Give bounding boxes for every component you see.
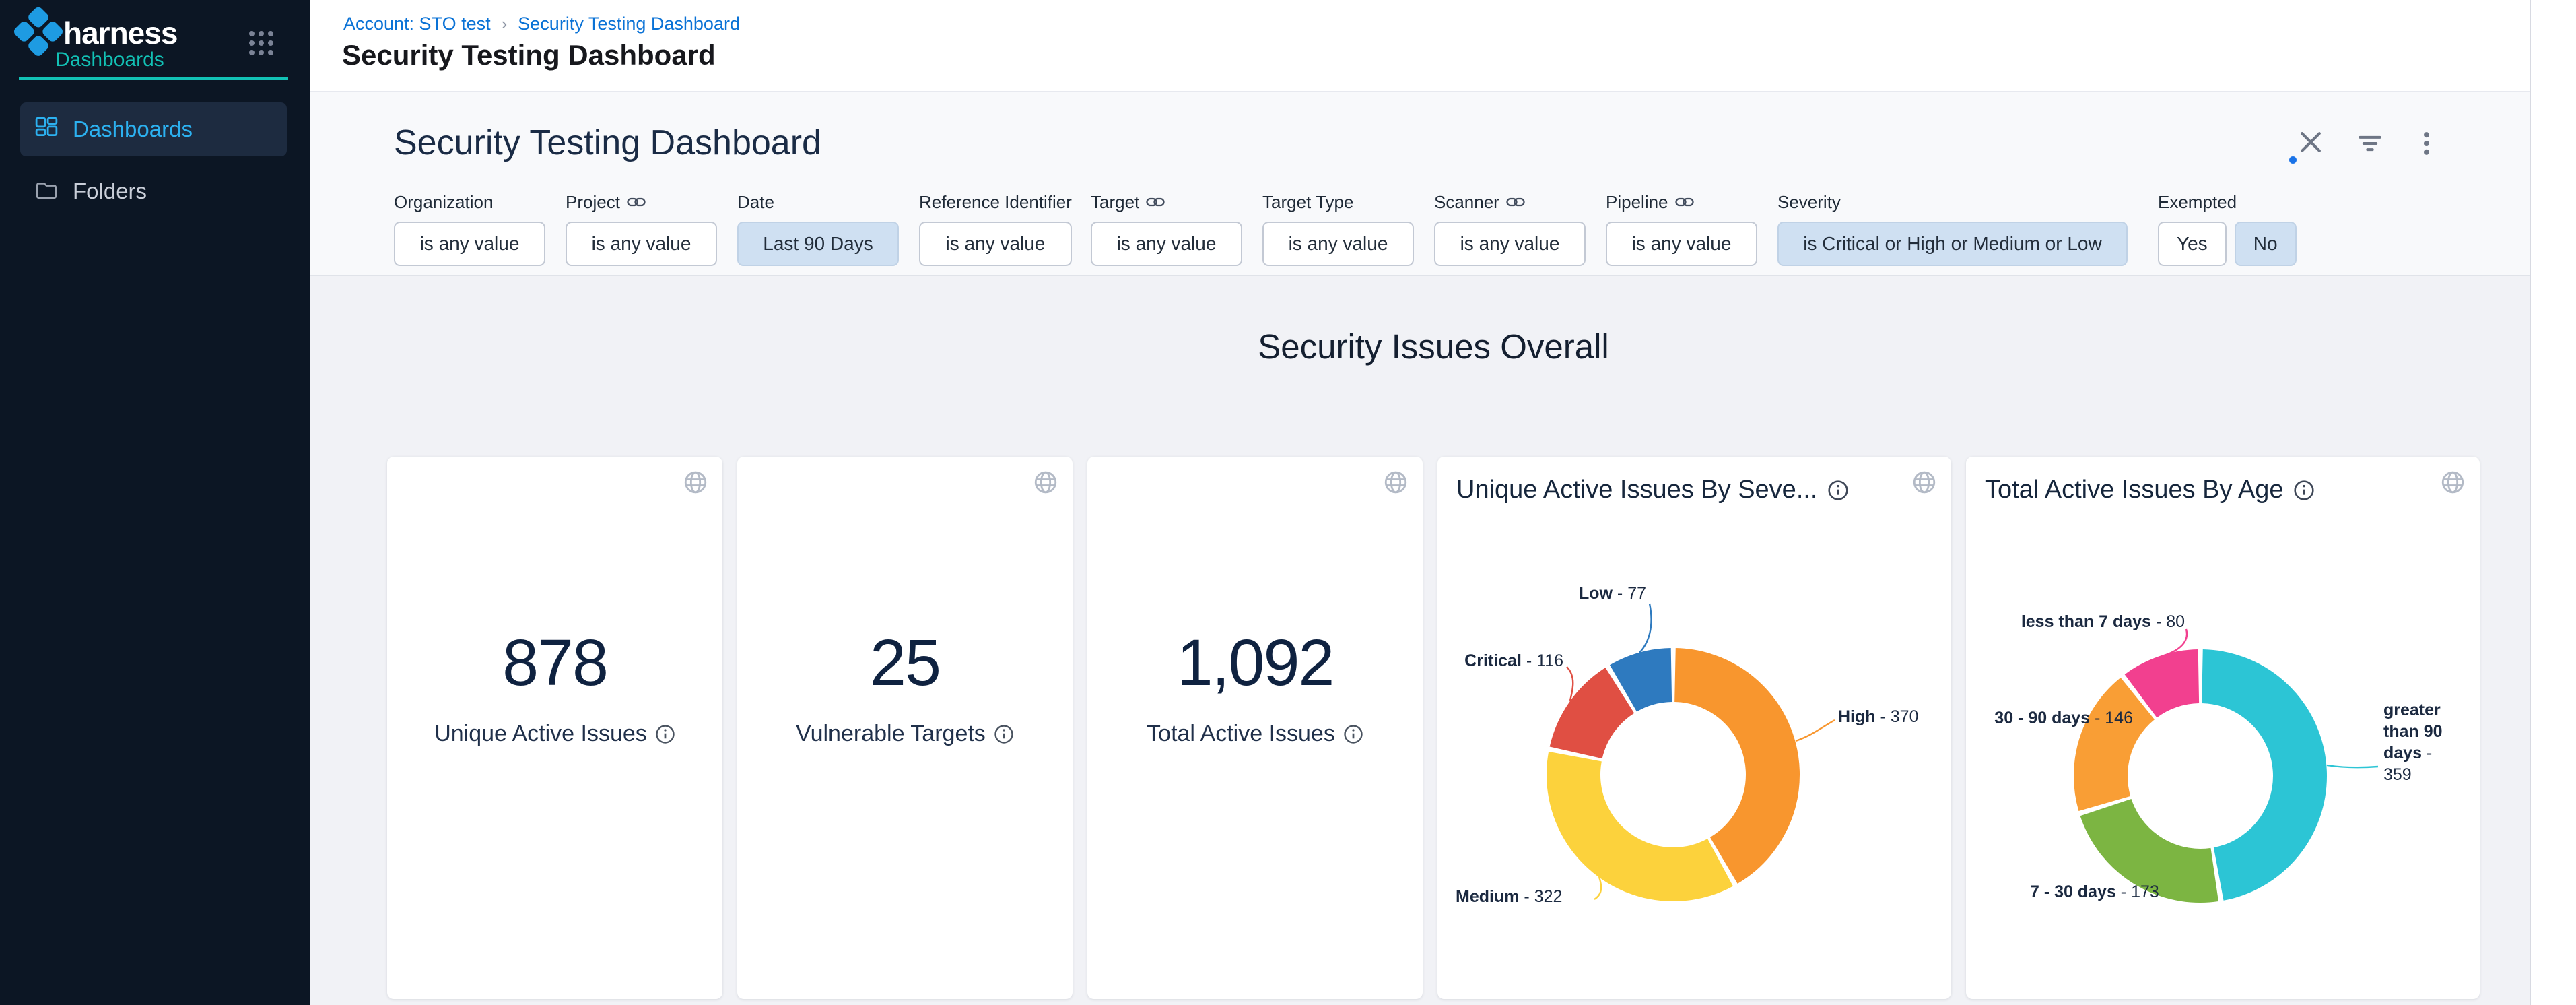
dashboard-canvas: Security Issues Overall 878 Unique Activ… xyxy=(310,276,2530,1005)
filter-severity: Severity is Critical or High or Medium o… xyxy=(1777,192,2128,266)
slice-label-critical: Critical - 116 xyxy=(1464,651,1563,671)
filter-reference-identifier-value[interactable]: is any value xyxy=(919,222,1072,266)
filter-label: Organization xyxy=(394,192,545,212)
filter-exempted: Exempted Yes No xyxy=(2158,192,2297,266)
filter-icon[interactable] xyxy=(2355,129,2387,161)
filter-exempted-no[interactable]: No xyxy=(2235,222,2297,266)
dashboard-header: Security Testing Dashboard Organization … xyxy=(310,92,2530,276)
filter-label: Scanner xyxy=(1434,192,1499,213)
globe-icon xyxy=(1384,470,1408,498)
filter-label: Project xyxy=(566,192,620,213)
slice-label-medium: Medium - 322 xyxy=(1456,887,1562,907)
severity-donut-chart[interactable] xyxy=(1532,633,1815,916)
sidebar-divider xyxy=(19,77,288,80)
sidebar-item-dashboards[interactable]: Dashboards xyxy=(20,102,287,156)
info-icon[interactable] xyxy=(655,724,675,744)
filter-pipeline-value[interactable]: is any value xyxy=(1606,222,1757,266)
link-icon xyxy=(1675,195,1694,209)
stat-value: 1,092 xyxy=(1087,625,1423,701)
slice-label-7-30: 7 - 30 days - 173 xyxy=(2030,882,2159,902)
link-icon xyxy=(1146,195,1165,209)
link-icon xyxy=(627,195,646,209)
page-title: Security Testing Dashboard xyxy=(342,39,716,71)
filter-label: Exempted xyxy=(2158,192,2297,212)
globe-icon xyxy=(2441,470,2465,498)
filter-date-value[interactable]: Last 90 Days xyxy=(737,222,899,266)
filter-label: Reference Identifier xyxy=(919,192,1072,212)
filter-target-type-value[interactable]: is any value xyxy=(1262,222,1414,266)
breadcrumb-page-link[interactable]: Security Testing Dashboard xyxy=(518,13,740,34)
folder-icon xyxy=(35,179,58,205)
dashboard-title: Security Testing Dashboard xyxy=(394,123,821,163)
filter-organization: Organization is any value xyxy=(394,192,545,266)
breadcrumb: Account: STO test › Security Testing Das… xyxy=(343,13,740,34)
info-icon[interactable] xyxy=(2293,480,2315,501)
globe-icon xyxy=(683,470,708,498)
top-header: Account: STO test › Security Testing Das… xyxy=(310,0,2530,92)
stat-value: 25 xyxy=(737,625,1073,701)
sidebar: harness Dashboards Dashboards Folders xyxy=(0,0,310,1005)
filter-reference-identifier: Reference Identifier is any value xyxy=(919,192,1072,266)
filter-label: Date xyxy=(737,192,899,212)
filter-target: Target is any value xyxy=(1091,192,1242,266)
filter-label: Pipeline xyxy=(1606,192,1668,213)
stat-label: Unique Active Issues xyxy=(434,721,647,747)
tile-issues-by-age: Total Active Issues By Age greater than … xyxy=(1966,457,2480,999)
tile-total-active-issues: 1,092 Total Active Issues xyxy=(1087,457,1423,999)
age-donut-chart[interactable] xyxy=(2059,635,2342,917)
sidebar-item-label: Folders xyxy=(73,179,147,204)
dashboards-icon xyxy=(35,117,58,143)
product-name: Dashboards xyxy=(55,48,164,71)
filter-date: Date Last 90 Days xyxy=(737,192,899,266)
section-title: Security Issues Overall xyxy=(387,327,2480,366)
filter-severity-value[interactable]: is Critical or High or Medium or Low xyxy=(1777,222,2128,266)
filter-organization-value[interactable]: is any value xyxy=(394,222,545,266)
filter-project: Project is any value xyxy=(566,192,717,266)
globe-icon xyxy=(1033,470,1058,498)
filter-pipeline: Pipeline is any value xyxy=(1606,192,1757,266)
kebab-menu-icon[interactable] xyxy=(2412,129,2444,161)
stat-value: 878 xyxy=(387,625,722,701)
sidebar-item-folders[interactable]: Folders xyxy=(20,164,287,218)
module-switcher-icon[interactable] xyxy=(249,31,273,54)
breadcrumb-account-link[interactable]: Account: STO test xyxy=(343,13,491,34)
brand-name: harness xyxy=(63,15,177,51)
filter-scanner: Scanner is any value xyxy=(1434,192,1586,266)
harness-logo[interactable]: harness xyxy=(19,13,177,53)
scrollbar-track[interactable] xyxy=(2530,0,2576,1005)
slice-label-low: Low - 77 xyxy=(1579,584,1646,604)
info-icon[interactable] xyxy=(994,724,1014,744)
slice-label-gt90: greater than 90 days - 359 xyxy=(2383,699,2445,785)
globe-icon xyxy=(1912,470,1936,498)
chart-title: Total Active Issues By Age xyxy=(1985,476,2284,505)
info-icon[interactable] xyxy=(1827,480,1849,501)
tile-unique-active-issues: 878 Unique Active Issues xyxy=(387,457,722,999)
tile-vulnerable-targets: 25 Vulnerable Targets xyxy=(737,457,1073,999)
slice-label-lt7: less than 7 days - 80 xyxy=(2021,612,2185,632)
stat-label: Total Active Issues xyxy=(1147,721,1335,747)
filter-label: Target Type xyxy=(1262,192,1414,212)
link-icon xyxy=(1506,195,1525,209)
cursor-dot xyxy=(2289,156,2297,164)
info-icon[interactable] xyxy=(1343,724,1363,744)
tile-issues-by-severity: Unique Active Issues By Seve... High - 3… xyxy=(1437,457,1951,999)
filter-label: Severity xyxy=(1777,192,2128,212)
slice-label-high: High - 370 xyxy=(1838,707,1918,727)
filter-target-value[interactable]: is any value xyxy=(1091,222,1242,266)
filter-label: Target xyxy=(1091,192,1139,213)
chart-title: Unique Active Issues By Seve... xyxy=(1456,476,1818,505)
filter-scanner-value[interactable]: is any value xyxy=(1434,222,1586,266)
breadcrumb-separator: › xyxy=(502,13,508,34)
filter-project-value[interactable]: is any value xyxy=(566,222,717,266)
stat-label: Vulnerable Targets xyxy=(796,721,986,747)
sidebar-item-label: Dashboards xyxy=(73,117,193,142)
filter-target-type: Target Type is any value xyxy=(1262,192,1414,266)
close-icon[interactable] xyxy=(2296,127,2328,160)
filter-exempted-yes[interactable]: Yes xyxy=(2158,222,2227,266)
slice-label-30-90: 30 - 90 days - 146 xyxy=(1994,709,2133,728)
